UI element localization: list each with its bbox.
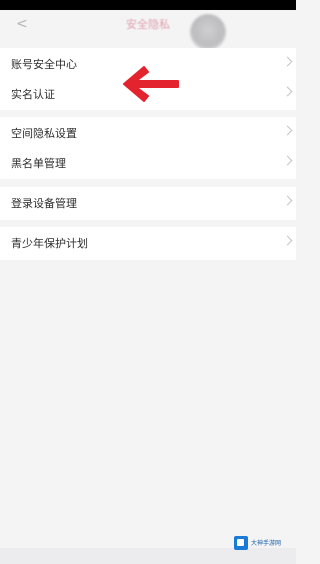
list-item-label: 登录设备管理 bbox=[11, 197, 77, 210]
list-item-label: 账号安全中心 bbox=[11, 58, 77, 71]
chevron-right-icon bbox=[282, 235, 293, 246]
list-item-label: 实名认证 bbox=[11, 88, 55, 101]
section-devices: 登录设备管理 bbox=[0, 187, 296, 220]
touch-indicator bbox=[190, 14, 226, 50]
chevron-right-icon bbox=[282, 155, 293, 166]
list-item-login-devices[interactable]: 登录设备管理 bbox=[0, 189, 296, 219]
watermark-text: 大神手游网 bbox=[251, 540, 282, 547]
list-item-label: 青少年保护计划 bbox=[11, 237, 88, 250]
screen-top-bar bbox=[0, 0, 296, 10]
chevron-right-icon bbox=[282, 195, 293, 206]
list-item-label: 黑名单管理 bbox=[11, 157, 66, 170]
page-title: 安全隐私 bbox=[126, 18, 170, 31]
list-item-blacklist[interactable]: 黑名单管理 bbox=[0, 149, 296, 179]
watermark-logo-icon bbox=[234, 536, 248, 550]
list-item-youth-protection[interactable]: 青少年保护计划 bbox=[0, 229, 296, 259]
chevron-right-icon bbox=[282, 125, 293, 136]
chevron-right-icon bbox=[282, 56, 293, 67]
watermark: 大神手游网 bbox=[234, 535, 290, 553]
list-item-label: 空间隐私设置 bbox=[11, 127, 77, 140]
section-youth: 青少年保护计划 bbox=[0, 227, 296, 260]
list-item-space-privacy[interactable]: 空间隐私设置 bbox=[0, 119, 296, 149]
left-arrow-icon bbox=[123, 66, 179, 102]
nav-header: < 安全隐私 bbox=[0, 10, 296, 50]
chevron-right-icon bbox=[282, 86, 293, 97]
section-privacy: 空间隐私设置 黑名单管理 bbox=[0, 117, 296, 179]
